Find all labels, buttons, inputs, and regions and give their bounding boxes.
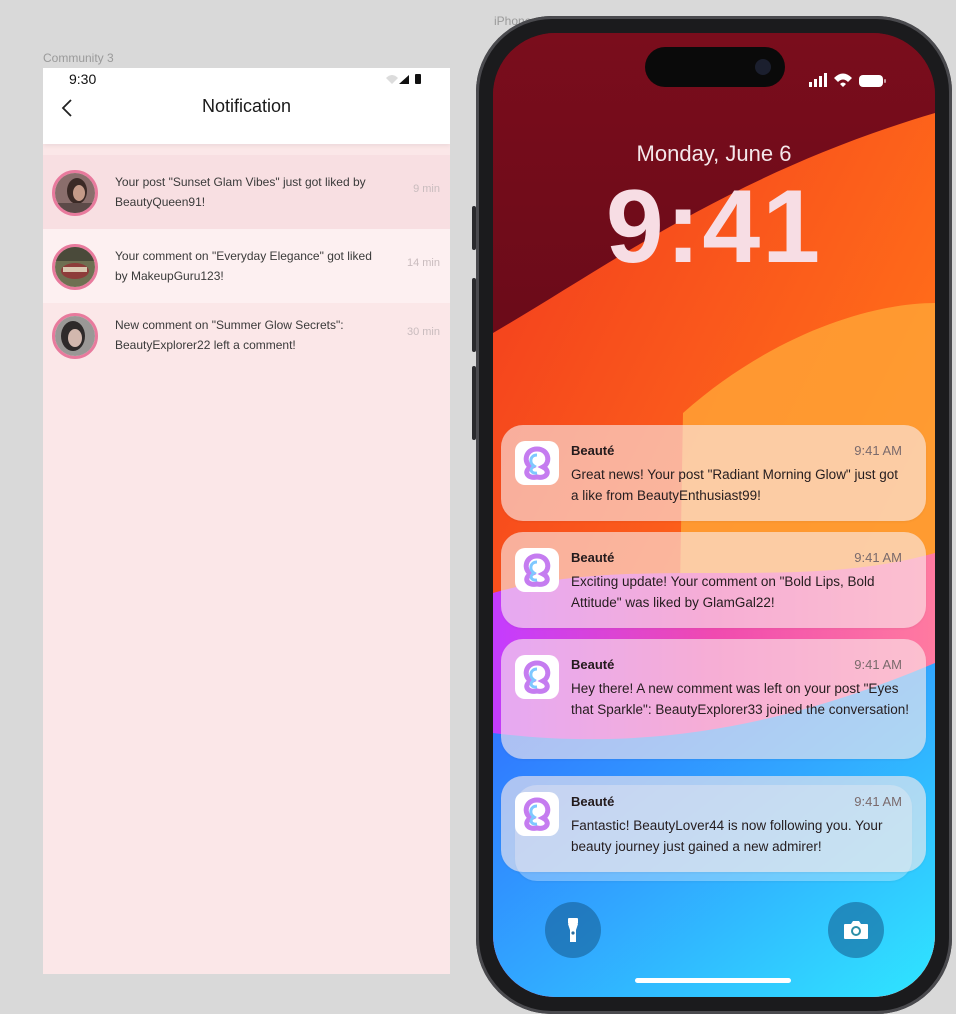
app-icon xyxy=(515,655,559,699)
notification-item[interactable]: Your comment on "Everyday Elegance" got … xyxy=(43,229,450,303)
notification-message: Fantastic! BeautyLover44 is now followin… xyxy=(571,818,883,854)
notification-text: Your comment on "Everyday Elegance" got … xyxy=(115,249,372,283)
app-icon xyxy=(515,792,559,836)
notification-message: Hey there! A new comment was left on you… xyxy=(571,681,909,717)
front-camera xyxy=(755,59,771,75)
iphone-mockup: Monday, June 6 9:41 Beauté 9:41 AM Great… xyxy=(472,16,952,1014)
status-bar-time: 9:30 xyxy=(69,71,97,87)
notification-app-name: Beauté xyxy=(571,657,615,672)
app-icon xyxy=(515,548,559,592)
avatar-photo xyxy=(55,173,95,213)
lock-screen-clock: 9:41 xyxy=(605,169,823,285)
avatar[interactable] xyxy=(52,313,98,359)
notification-time: 9:41 AM xyxy=(854,550,902,565)
notification-card[interactable]: Beauté 9:41 AM Great news! Your post "Ra… xyxy=(501,425,926,521)
lock-screen-date: Monday, June 6 xyxy=(636,141,792,166)
dynamic-island xyxy=(645,47,785,87)
app-frame-label: Community 3 xyxy=(43,51,114,65)
notification-time: 9:41 AM xyxy=(854,794,902,809)
volume-up-button xyxy=(472,278,476,352)
wifi-icon xyxy=(834,73,852,87)
wifi-icon xyxy=(386,75,398,84)
notification-card[interactable]: Beauté 9:41 AM Exciting update! Your com… xyxy=(501,532,926,628)
app-header: 9:30 Notification xyxy=(43,68,450,144)
notification-card[interactable]: Beauté 9:41 AM Hey there! A new comment … xyxy=(501,639,926,759)
lock-screen: Monday, June 6 9:41 Beauté 9:41 AM Great… xyxy=(493,33,935,997)
battery-icon xyxy=(415,74,421,84)
avatar-photo xyxy=(55,247,95,287)
notification-time: 9 min xyxy=(413,183,440,195)
notification-time: 30 min xyxy=(406,326,440,338)
volume-down-button xyxy=(472,366,476,440)
phone-status-icons xyxy=(809,73,886,87)
camera-icon xyxy=(844,921,868,939)
notification-message: Exciting update! Your comment on "Bold L… xyxy=(571,574,875,610)
avatar-photo xyxy=(55,316,95,356)
battery-icon xyxy=(859,75,883,87)
notification-text: Your post "Sunset Glam Vibes" just got l… xyxy=(115,175,366,209)
notification-app-name: Beauté xyxy=(571,794,615,809)
notification-message: Great news! Your post "Radiant Morning G… xyxy=(571,467,899,503)
notification-time: 9:41 AM xyxy=(854,657,902,672)
notification-item[interactable]: New comment on "Summer Glow Secrets": Be… xyxy=(43,298,450,372)
notification-card[interactable]: Beauté 9:41 AM Fantastic! BeautyLover44 … xyxy=(501,776,926,872)
app-icon xyxy=(515,441,559,485)
beaute-logo-icon xyxy=(523,660,551,694)
avatar[interactable] xyxy=(52,244,98,290)
home-indicator[interactable] xyxy=(635,978,791,983)
beaute-logo-icon xyxy=(523,446,551,480)
page-title: Notification xyxy=(201,96,292,116)
notification-time: 9:41 AM xyxy=(854,443,902,458)
notification-screen: 9:30 Notification Your post "Sunset Glam… xyxy=(43,68,450,974)
notification-item[interactable]: Your post "Sunset Glam Vibes" just got l… xyxy=(43,155,450,229)
notification-app-name: Beauté xyxy=(571,550,615,565)
status-bar-icons xyxy=(386,74,421,84)
notification-text: New comment on "Summer Glow Secrets": Be… xyxy=(115,318,344,352)
signal-icon xyxy=(399,75,409,84)
beaute-logo-icon xyxy=(523,797,551,831)
notification-time: 14 min xyxy=(406,257,440,269)
action-button xyxy=(472,206,476,250)
flashlight-icon xyxy=(568,918,578,942)
beaute-logo-icon xyxy=(523,553,551,587)
flashlight-button[interactable] xyxy=(545,902,601,958)
avatar[interactable] xyxy=(52,170,98,216)
signal-icon xyxy=(809,73,827,87)
notification-app-name: Beauté xyxy=(571,443,615,458)
camera-button[interactable] xyxy=(828,902,884,958)
